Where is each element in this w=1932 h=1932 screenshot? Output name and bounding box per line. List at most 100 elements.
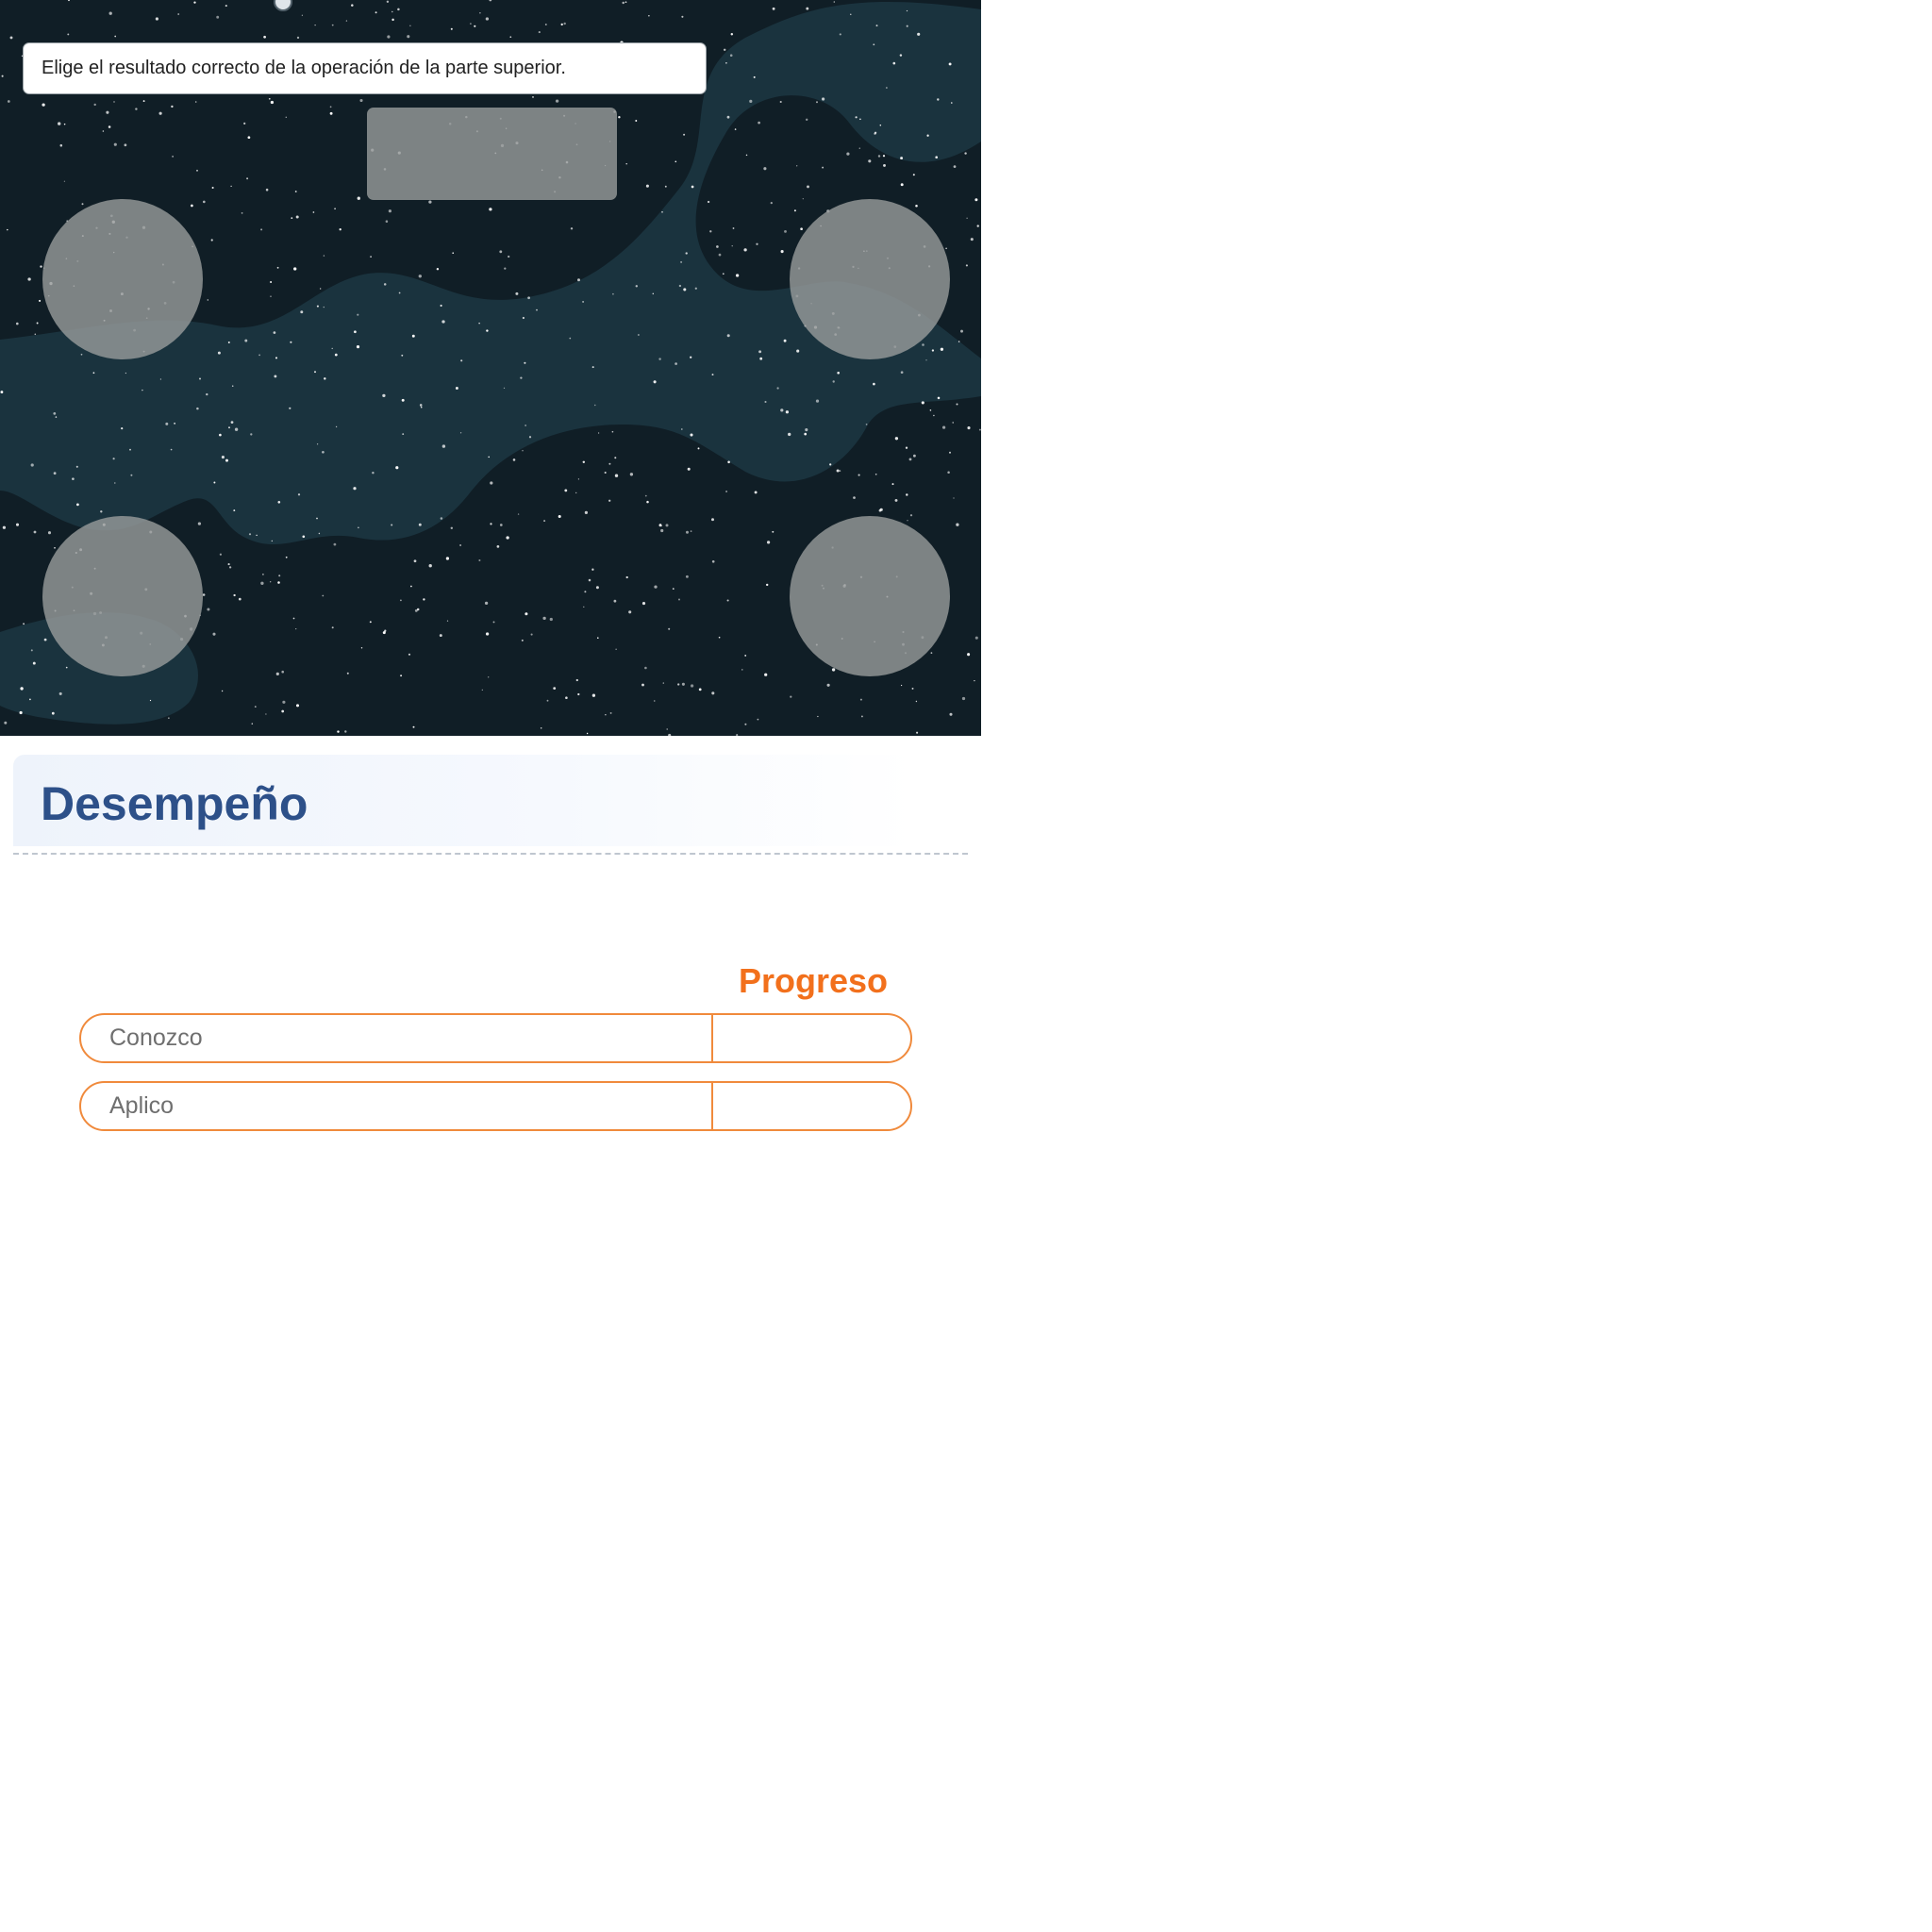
answer-option-bottom-left[interactable] — [42, 516, 203, 676]
star — [515, 291, 519, 295]
star — [974, 198, 978, 202]
star — [7, 228, 8, 231]
star — [219, 433, 222, 437]
answer-option-top-left[interactable] — [42, 199, 203, 359]
star — [745, 154, 748, 157]
star — [793, 209, 796, 212]
star — [527, 296, 530, 300]
star — [839, 470, 841, 472]
star — [665, 524, 669, 527]
star — [506, 536, 509, 540]
progress-heading: Progreso — [739, 961, 889, 1000]
star — [260, 228, 263, 231]
star — [335, 425, 338, 428]
star — [937, 98, 940, 101]
star — [635, 120, 638, 122]
star — [609, 711, 612, 714]
star — [858, 474, 860, 476]
star — [691, 185, 694, 189]
star — [815, 399, 820, 403]
star — [102, 130, 105, 132]
answer-option-bottom-right[interactable] — [790, 516, 950, 676]
star — [978, 428, 981, 431]
star — [874, 473, 877, 475]
star — [522, 450, 524, 452]
star — [165, 422, 169, 425]
star — [401, 398, 405, 402]
star — [960, 329, 963, 333]
star — [478, 558, 481, 562]
star — [1, 75, 4, 77]
star — [170, 448, 173, 451]
star — [512, 458, 516, 461]
star — [281, 709, 285, 713]
star — [196, 169, 198, 172]
star — [822, 166, 824, 169]
star — [608, 462, 611, 465]
star — [722, 273, 724, 275]
star — [276, 266, 279, 269]
star — [289, 407, 291, 409]
star — [555, 99, 559, 103]
star — [408, 653, 411, 656]
star — [318, 532, 321, 535]
answer-option-top-right[interactable] — [790, 199, 950, 359]
star — [822, 97, 825, 101]
star — [625, 1, 627, 4]
star — [900, 157, 904, 160]
star — [868, 159, 872, 163]
star — [582, 300, 585, 303]
star — [256, 534, 258, 537]
star — [577, 692, 580, 696]
star — [15, 523, 20, 526]
star — [686, 530, 689, 534]
star — [974, 636, 978, 640]
star — [779, 100, 782, 104]
star — [877, 155, 881, 158]
star — [452, 252, 455, 255]
star — [93, 103, 96, 107]
star — [575, 491, 577, 494]
star — [883, 163, 886, 167]
star — [270, 281, 273, 283]
star — [726, 115, 730, 119]
star — [766, 541, 771, 544]
star — [174, 423, 175, 425]
star — [645, 184, 649, 188]
star — [865, 424, 868, 425]
star — [191, 204, 193, 208]
star — [528, 436, 532, 439]
star — [295, 704, 300, 708]
star — [966, 217, 968, 219]
star — [681, 682, 685, 686]
star — [711, 374, 714, 376]
star — [879, 124, 882, 126]
star — [295, 627, 297, 630]
star — [543, 520, 546, 523]
star — [270, 100, 275, 105]
star — [459, 432, 462, 434]
star — [291, 217, 293, 219]
star — [400, 675, 403, 677]
game-canvas[interactable]: Elige el resultado correcto de la operac… — [0, 0, 981, 736]
star — [58, 122, 61, 125]
star — [353, 487, 357, 491]
star — [542, 616, 546, 621]
star — [76, 503, 79, 507]
star — [233, 509, 236, 512]
star — [826, 683, 830, 687]
star — [159, 378, 162, 380]
star — [225, 458, 228, 462]
star — [409, 25, 411, 26]
star — [241, 212, 243, 214]
star — [202, 200, 206, 204]
star — [744, 654, 747, 657]
star — [281, 670, 285, 674]
star — [641, 602, 646, 606]
star — [499, 524, 503, 526]
star — [402, 433, 405, 435]
star — [459, 544, 462, 546]
star — [858, 147, 860, 149]
star — [407, 35, 410, 39]
star — [357, 196, 360, 200]
